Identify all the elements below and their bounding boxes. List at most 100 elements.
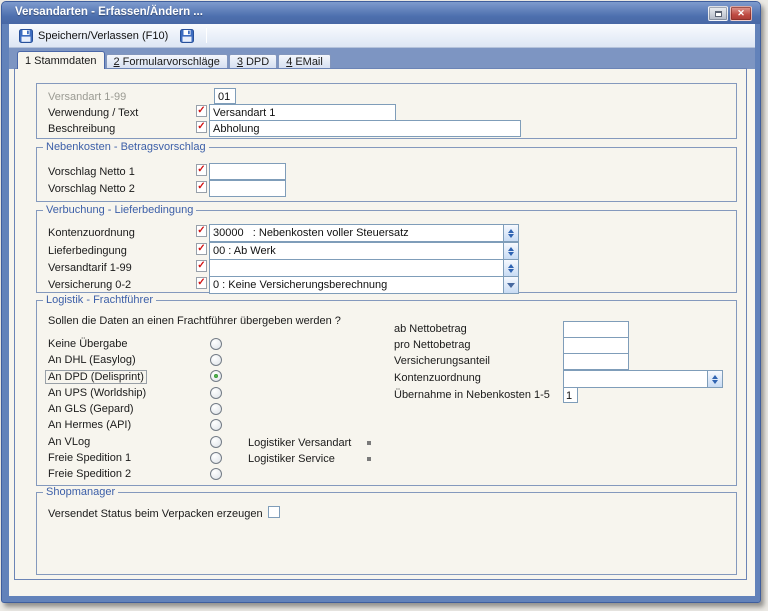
spinner-icon[interactable] [503,243,518,259]
radio-button-2[interactable] [210,370,222,382]
radio-button-0[interactable] [210,338,222,350]
radio-button-7[interactable] [210,452,222,464]
radio-button-1[interactable] [210,354,222,366]
radio-label-0: Keine Übergabe [48,338,128,350]
tab-label: Formularvorschläge [123,56,220,68]
verwendung-field[interactable]: Versandart 1 [209,104,396,121]
logistiker-service-label: Logistiker Service [248,453,335,465]
radio-button-4[interactable] [210,403,222,415]
vorschlag-netto2-field[interactable] [209,180,286,197]
dropdown-arrow-icon[interactable] [503,277,518,293]
versandart-label: Versandart 1-99 [48,91,126,103]
required-check-icon[interactable]: ✓ [196,277,207,289]
verwendung-label: Verwendung / Text [48,107,138,119]
beschreibung-label: Beschreibung [48,123,115,135]
radio-button-8[interactable] [210,468,222,480]
radio-label-6: An VLog [48,436,90,448]
radio-button-5[interactable] [210,419,222,431]
combo-value: 0 : Keine Versicherungsberechnung [210,277,503,293]
group-title: Verbuchung - Lieferbedingung [43,204,196,216]
save-exit-button[interactable]: Speichern/Verlassen (F10) [14,26,173,46]
required-check-icon[interactable]: ✓ [196,121,207,133]
spinner-icon[interactable] [707,371,722,387]
tab-number: 1 [25,55,31,67]
radio-label-7: Freie Spedition 1 [48,452,131,464]
tab-email[interactable]: 4 EMail [278,54,331,69]
tab-dpd[interactable]: 3 DPD [229,54,277,69]
logistiker-versandart-label: Logistiker Versandart [248,437,351,449]
uebernahme-nebenkosten-label: Übernahme in Nebenkosten 1-5 [394,389,550,401]
versendet-status-label: Versendet Status beim Verpacken erzeugen [48,508,263,520]
restore-icon [715,11,722,17]
toolbar-separator [206,28,207,43]
logistik-kontenzuordnung-label: Kontenzuordnung [394,372,481,384]
radio-label-4: An GLS (Gepard) [48,403,134,415]
tab-bar: 1 Stammdaten 2 Formularvorschläge 3 DPD … [17,51,331,69]
close-button[interactable]: ✕ [730,6,752,21]
combo-value: 00 : Ab Werk [210,243,503,259]
window-title: Versandarten - Erfassen/Ändern ... [15,6,203,18]
logistiker-versandart-indicator[interactable] [367,441,371,445]
radio-label-1: An DHL (Easylog) [48,354,136,366]
versicherungsanteil-label: Versicherungsanteil [394,355,490,367]
combo-value: 30000 : Nebenkosten voller Steuersatz [210,225,503,241]
logistik-kontenzuordnung-combo[interactable] [563,370,723,388]
tab-stammdaten[interactable]: 1 Stammdaten [17,51,105,69]
combo-value [210,260,503,276]
versandtarif-combo[interactable] [209,259,519,277]
save-exit-label: Speichern/Verlassen (F10) [38,30,168,42]
required-check-icon[interactable]: ✓ [196,105,207,117]
group-title: Nebenkosten - Betragsvorschlag [43,141,209,153]
versendet-status-checkbox[interactable] [268,506,280,518]
save-icon [180,29,194,43]
kontenzuordnung-combo[interactable]: 30000 : Nebenkosten voller Steuersatz [209,224,519,242]
required-check-icon[interactable]: ✓ [196,164,207,176]
radio-button-6[interactable] [210,436,222,448]
required-check-icon[interactable]: ✓ [196,225,207,237]
tab-label: DPD [246,56,269,68]
radio-label-5: An Hermes (API) [48,419,131,431]
save-icon [19,29,33,43]
combo-value [564,371,707,387]
tab-number: 3 [237,56,243,68]
versicherung-combo[interactable]: 0 : Keine Versicherungsberechnung [209,276,519,294]
radio-button-3[interactable] [210,387,222,399]
pro-nettobetrag-field[interactable] [563,337,629,354]
spinner-icon[interactable] [503,260,518,276]
versicherung-label: Versicherung 0-2 [48,279,131,291]
app-window: Versandarten - Erfassen/Ändern ... ✕ [1,1,761,603]
vorschlag-netto1-field[interactable] [209,163,286,180]
versandart-field[interactable]: 01 [214,88,236,104]
restore-button[interactable] [708,6,728,21]
frachtfuehrer-question: Sollen die Daten an einen Frachtführer ü… [48,315,341,327]
required-check-icon[interactable]: ✓ [196,260,207,272]
tab-formularvorschlaege[interactable]: 2 Formularvorschläge [106,54,228,69]
kontenzuordnung-label: Kontenzuordnung [48,227,135,239]
tab-number: 4 [286,56,292,68]
versicherungsanteil-field[interactable] [563,353,629,370]
beschreibung-field[interactable]: Abholung [209,120,521,137]
uebernahme-nebenkosten-field[interactable]: 1 [563,387,578,403]
tab-label: Stammdaten [34,55,96,67]
required-check-icon[interactable]: ✓ [196,243,207,255]
radio-label-8: Freie Spedition 2 [48,468,131,480]
group-logistik: Logistik - Frachtführer Sollen die Daten… [36,300,737,486]
close-icon: ✕ [737,8,745,19]
radio-label-2: An DPD (Delisprint) [45,370,147,384]
logistiker-service-indicator[interactable] [367,457,371,461]
save-button[interactable] [175,26,199,46]
toolbar: Speichern/Verlassen (F10) [9,24,755,48]
group-verbuchung: Verbuchung - Lieferbedingung Kontenzuord… [36,210,737,293]
required-check-icon[interactable]: ✓ [196,181,207,193]
client-area: Speichern/Verlassen (F10) 1 Stam [9,24,755,596]
tab-label: EMail [295,56,323,68]
group-stammdaten: Versandart 1-99 01 Verwendung / Text ✓ V… [36,83,737,139]
titlebar[interactable]: Versandarten - Erfassen/Ändern ... ✕ [2,2,760,24]
tab-page-stammdaten: Versandart 1-99 01 Verwendung / Text ✓ V… [14,68,747,580]
spinner-icon[interactable] [503,225,518,241]
group-nebenkosten: Nebenkosten - Betragsvorschlag Vorschlag… [36,147,737,202]
ab-nettobetrag-field[interactable] [563,321,629,338]
group-title: Logistik - Frachtführer [43,294,156,306]
lieferbedingung-combo[interactable]: 00 : Ab Werk [209,242,519,260]
versandtarif-label: Versandtarif 1-99 [48,262,132,274]
